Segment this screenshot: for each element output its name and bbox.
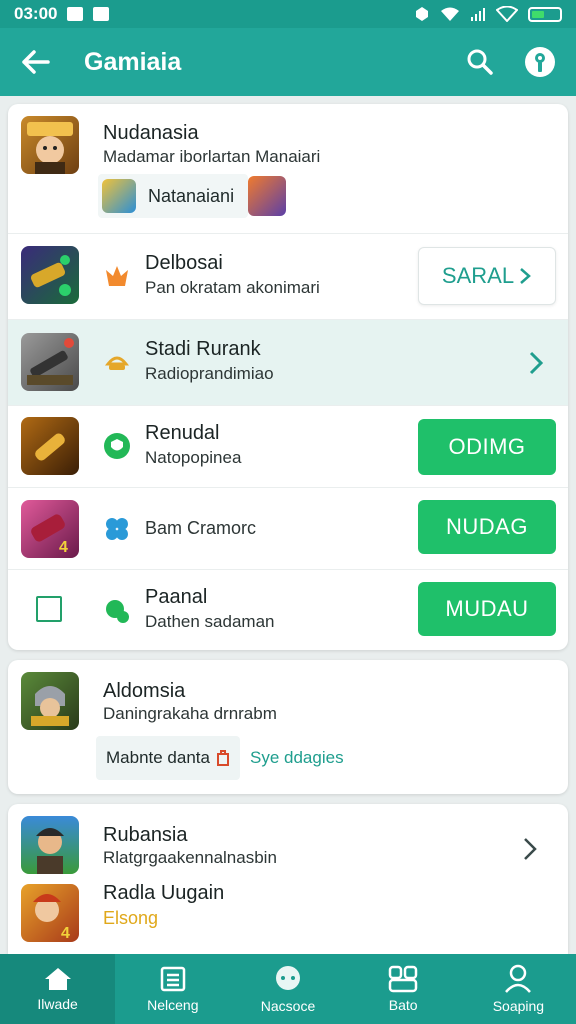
nav-item-profile[interactable]: Soaping bbox=[461, 954, 576, 1024]
game-card: Rubansia Rlatgrgaakennalnasbin 4 Radla U… bbox=[8, 804, 568, 954]
button-label: ODIMG bbox=[448, 434, 526, 459]
nav-label: Ilwade bbox=[37, 996, 78, 1012]
item-title: Delbosai bbox=[145, 252, 223, 274]
signal-icon bbox=[471, 8, 485, 21]
list-item[interactable]: Stadi Rurank Radioprandimiao bbox=[8, 320, 568, 406]
wifi-icon bbox=[496, 6, 518, 22]
bag-icon bbox=[216, 750, 229, 766]
item-title: Stadi Rurank bbox=[145, 338, 261, 360]
profile-icon bbox=[505, 964, 532, 993]
leaf-icon bbox=[106, 600, 129, 623]
list-item[interactable]: 4 Radla Uugain Elsong bbox=[8, 878, 568, 954]
chevron-right-icon[interactable] bbox=[528, 350, 544, 376]
game-thumbnail bbox=[21, 333, 79, 391]
item-subtitle: Natopopinea bbox=[145, 448, 242, 467]
bottom-navigation: Ilwade Nelceng Nacsoce Bato Soaping bbox=[0, 954, 576, 1024]
item-title: Radla Uugain bbox=[103, 882, 225, 904]
item-subtitle: Bam Cramorc bbox=[145, 518, 257, 538]
action-button[interactable]: MUDAU bbox=[418, 582, 556, 636]
puzzle-icon bbox=[106, 518, 128, 540]
tag-chip[interactable]: Mabnte danta bbox=[96, 736, 240, 780]
item-subtitle: Radioprandimiao bbox=[145, 364, 274, 383]
list-item[interactable]: Rubansia Rlatgrgaakennalnasbin bbox=[8, 804, 568, 878]
list-item[interactable]: Delbosai Pan okratam akonimari SARAL bbox=[8, 234, 568, 320]
chevron-right-icon[interactable] bbox=[522, 836, 538, 862]
item-title: Nudanasia bbox=[103, 122, 199, 144]
nav-label: Bato bbox=[388, 997, 418, 1013]
svg-text:4: 4 bbox=[61, 925, 70, 942]
games-card: Nudanasia Madamar iborlartan Manaiari Na… bbox=[8, 104, 568, 650]
battery-icon bbox=[528, 6, 562, 22]
item-subtitle: Rlatgrgaakennalnasbin bbox=[103, 848, 277, 867]
action-button[interactable]: ODIMG bbox=[418, 419, 556, 475]
list-item[interactable]: 4 Bam Cramorc NUDAG bbox=[8, 488, 568, 570]
shield-icon bbox=[104, 433, 130, 459]
info-icon[interactable] bbox=[524, 46, 556, 78]
action-button[interactable]: SARAL bbox=[418, 247, 556, 305]
chat-icon bbox=[276, 966, 300, 990]
game-thumbnail: 4 bbox=[21, 884, 79, 942]
item-title: Aldomsia bbox=[103, 680, 186, 702]
vibrate-icon bbox=[416, 7, 428, 21]
item-subtitle: Pan okratam akonimari bbox=[145, 278, 320, 297]
mini-avatar-icon bbox=[102, 179, 136, 213]
game-thumbnail bbox=[21, 246, 79, 304]
nav-item-chat[interactable]: Nacsoce bbox=[230, 954, 345, 1024]
search-icon[interactable] bbox=[466, 48, 494, 76]
item-subtitle: Madamar iborlartan Manaiari bbox=[103, 147, 321, 166]
grid-icon bbox=[388, 965, 418, 993]
game-thumbnail: 4 bbox=[21, 500, 79, 558]
list-item[interactable]: Renudal Natopopinea ODIMG bbox=[8, 406, 568, 488]
game-thumbnail bbox=[21, 672, 79, 730]
list-item[interactable]: Paanal Dathen sadaman MUDAU bbox=[8, 570, 568, 650]
game-thumbnail bbox=[21, 116, 79, 174]
action-button[interactable]: NUDAG bbox=[418, 500, 556, 554]
button-label: NUDAG bbox=[446, 514, 528, 539]
notification-icon bbox=[93, 7, 110, 21]
lamp-icon bbox=[104, 356, 130, 370]
item-subtitle: Daningrakaha drnrabm bbox=[103, 704, 277, 723]
nav-item-list[interactable]: Nelceng bbox=[115, 954, 230, 1024]
game-thumbnail bbox=[21, 417, 79, 475]
status-bar: 03:00 bbox=[0, 0, 576, 28]
nav-label: Nacsoce bbox=[260, 998, 316, 1014]
status-time: 03:00 bbox=[14, 4, 58, 23]
tag-chip[interactable]: Natanaiani bbox=[98, 174, 248, 218]
game-thumbnail bbox=[21, 816, 79, 874]
notification-icon bbox=[67, 7, 84, 21]
list-item[interactable]: Nudanasia Madamar iborlartan Manaiari Na… bbox=[8, 104, 568, 234]
mini-game-icon bbox=[248, 176, 286, 216]
nav-item-home[interactable]: Ilwade bbox=[0, 954, 116, 1024]
page-title: Gamiaia bbox=[84, 47, 182, 76]
item-title: Paanal bbox=[145, 586, 208, 608]
link[interactable]: Sye ddagies bbox=[250, 748, 344, 768]
item-subtitle: Dathen sadaman bbox=[145, 612, 275, 631]
wifi-icon bbox=[441, 7, 459, 21]
button-label: MUDAU bbox=[445, 596, 529, 621]
nav-item-grid[interactable]: Bato bbox=[346, 954, 461, 1024]
button-label: SARAL bbox=[441, 263, 515, 288]
home-icon bbox=[44, 968, 71, 990]
item-title: Renudal bbox=[145, 422, 220, 444]
chip-label: Natanaiani bbox=[148, 185, 235, 206]
checkbox[interactable] bbox=[36, 596, 62, 622]
back-arrow-icon[interactable] bbox=[20, 49, 50, 75]
fire-icon bbox=[106, 266, 128, 286]
list-icon bbox=[160, 966, 186, 992]
nav-label: Nelceng bbox=[147, 997, 199, 1013]
svg-text:4: 4 bbox=[59, 539, 68, 556]
app-bar: Gamiaia bbox=[0, 28, 576, 96]
chevron-right-icon bbox=[520, 268, 531, 284]
game-card[interactable]: Aldomsia Daningrakaha drnrabm Mabnte dan… bbox=[8, 660, 568, 794]
item-title: Rubansia bbox=[103, 824, 188, 846]
nav-label: Soaping bbox=[492, 998, 545, 1014]
chip-label: Mabnte danta bbox=[106, 748, 210, 767]
item-subtitle: Elsong bbox=[103, 908, 159, 928]
